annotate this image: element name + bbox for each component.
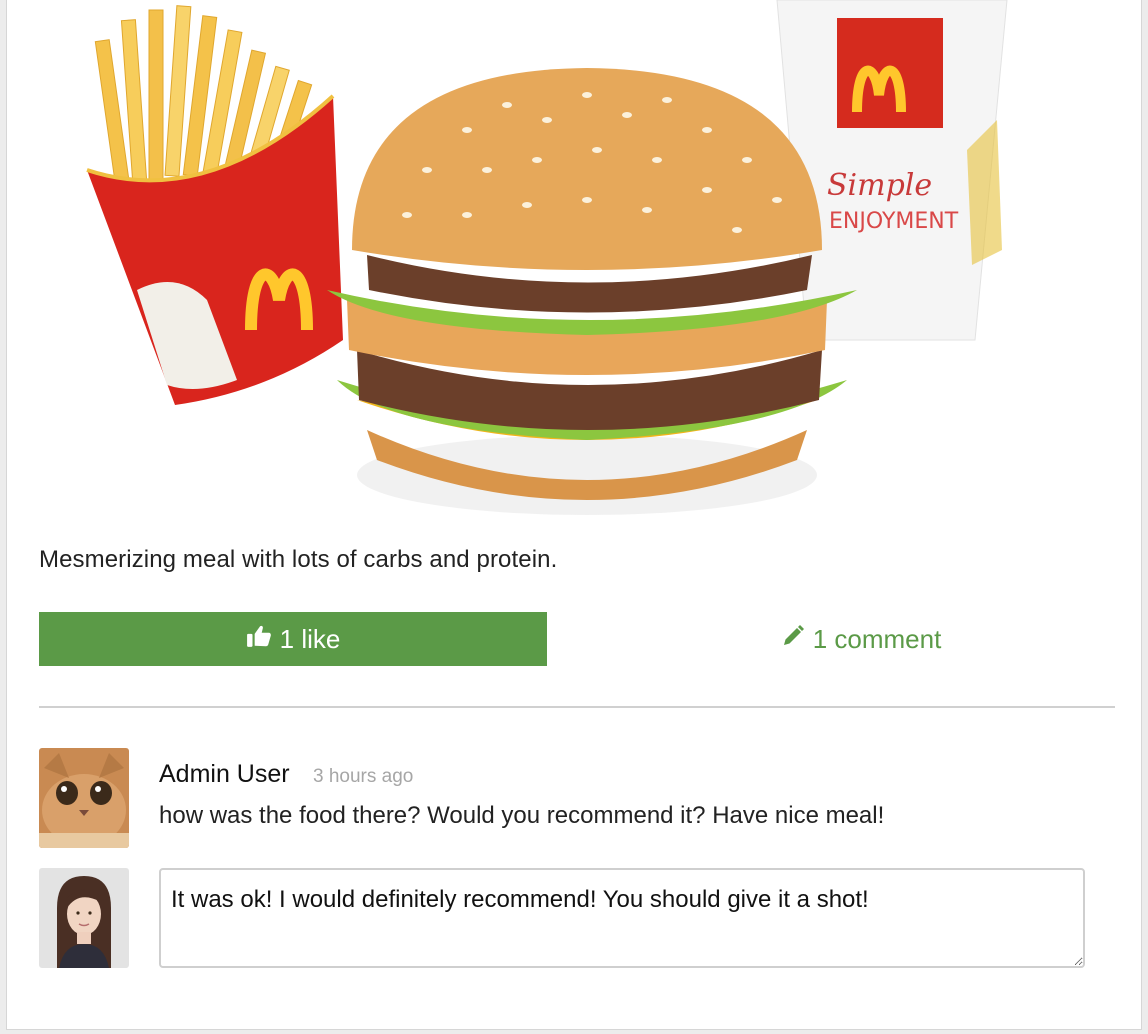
like-button[interactable]: 1 like bbox=[39, 612, 547, 666]
comment-count-label: 1 comment bbox=[812, 623, 942, 654]
comment-text: how was the food there? Would you recomm… bbox=[159, 802, 885, 829]
svg-text:ENJOYMENT: ENJOYMENT bbox=[829, 209, 959, 234]
comment-author[interactable]: Admin User bbox=[159, 760, 290, 789]
burger-illustration bbox=[327, 68, 857, 515]
drink-cup-illustration: Simple ENJOYMENT bbox=[776, 0, 1008, 341]
post-card: Simple ENJOYMENT Mesmerizing meal with l… bbox=[6, 0, 1142, 1030]
pencil-icon bbox=[781, 624, 805, 655]
like-count-label: 1 like bbox=[279, 623, 341, 654]
thumbs-up-icon bbox=[246, 623, 272, 656]
comment-timestamp: 3 hours ago bbox=[313, 766, 414, 787]
post-caption: Mesmerizing meal with lots of carbs and … bbox=[39, 546, 558, 573]
avatar[interactable] bbox=[39, 748, 129, 848]
cat-avatar-icon bbox=[39, 748, 129, 848]
divider bbox=[39, 706, 1115, 708]
current-user-avatar bbox=[39, 868, 129, 968]
post-image: Simple ENJOYMENT bbox=[7, 0, 1141, 528]
comment-button[interactable]: 1 comment bbox=[607, 612, 1115, 666]
svg-text:Simple: Simple bbox=[827, 168, 932, 203]
reply-input[interactable]: It was ok! I would definitely recommend!… bbox=[159, 868, 1085, 968]
woman-avatar-icon bbox=[39, 868, 129, 968]
